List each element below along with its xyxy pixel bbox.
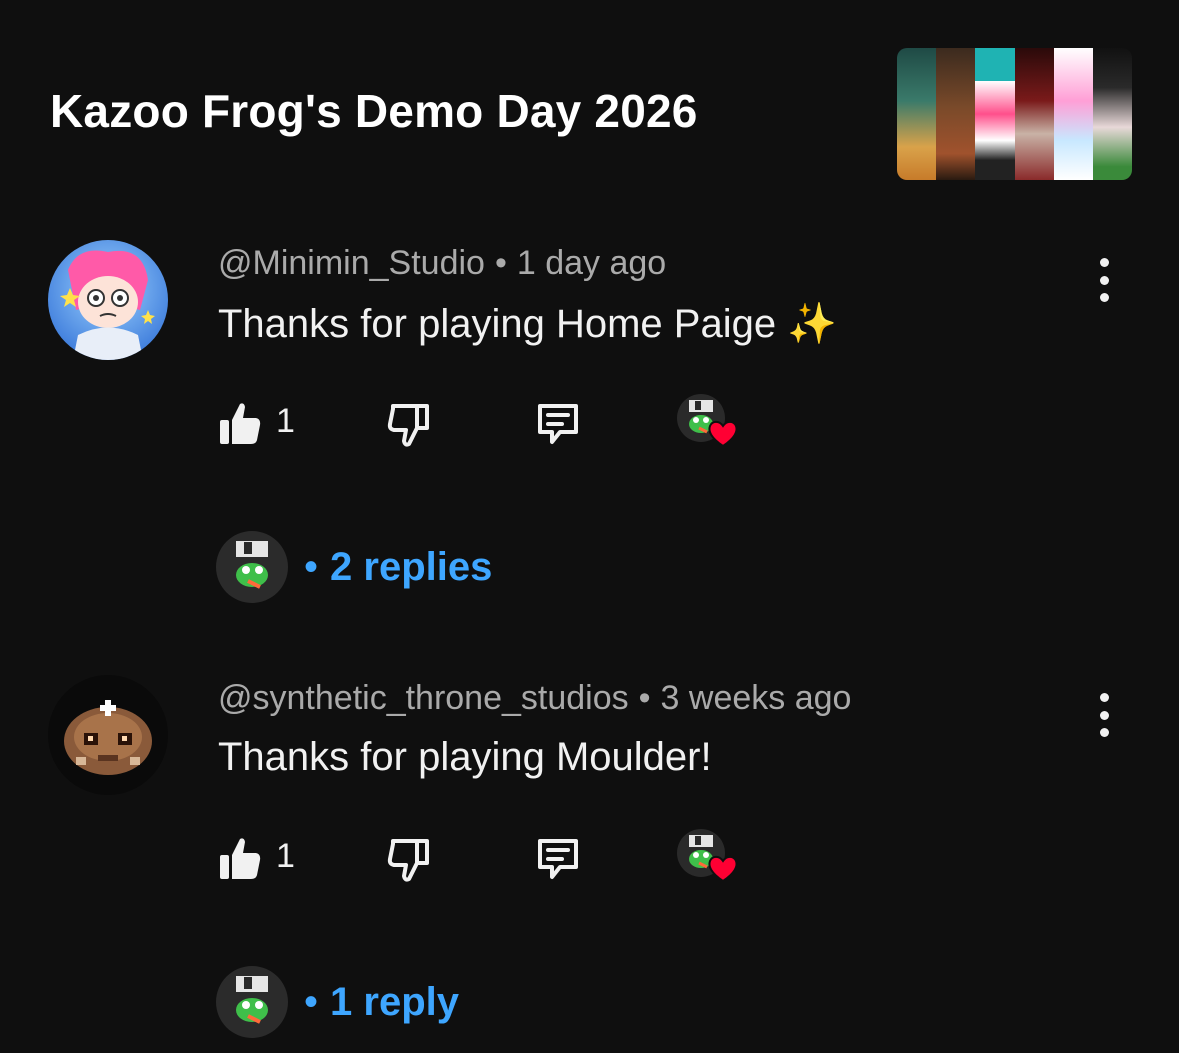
more-vertical-icon [1099, 258, 1109, 267]
thumbs-up-icon[interactable] [218, 835, 262, 883]
kebab-dot [1099, 293, 1109, 302]
more-vertical-icon [1099, 693, 1109, 702]
comment-meta: @synthetic_throne_studios • 3 weeks ago [218, 679, 851, 718]
thumbs-down-icon[interactable] [385, 835, 433, 883]
comment-icon[interactable] [534, 400, 582, 448]
floppy-frog-icon [236, 976, 268, 1024]
comment-icon[interactable] [534, 835, 582, 883]
creator-heart [677, 394, 739, 452]
comment-time: 1 day ago [516, 244, 667, 282]
more-options-button[interactable] [1088, 693, 1120, 737]
kebab-dot [1099, 728, 1109, 737]
comment-text: Thanks for playing Moulder! [218, 735, 712, 779]
view-replies-button[interactable]: • 1 reply [216, 966, 459, 1038]
replies-bullet: • [304, 544, 319, 589]
replies-label[interactable]: • 2 replies [304, 545, 492, 590]
creator-heart [677, 829, 739, 887]
comment-time: 3 weeks ago [660, 679, 852, 717]
replies-count: 2 replies [330, 544, 493, 589]
commenter-avatar[interactable] [48, 675, 168, 795]
kebab-dot [1099, 275, 1109, 285]
comment-author[interactable]: @synthetic_throne_studios [218, 679, 629, 717]
comment-author[interactable]: @Minimin_Studio [218, 244, 485, 282]
more-options-button[interactable] [1088, 258, 1120, 302]
replier-avatar [216, 966, 288, 1038]
video-thumbnail[interactable] [897, 48, 1132, 180]
meta-separator: • [494, 244, 507, 282]
replies-count: 1 reply [330, 979, 459, 1024]
creator-heart-icon [708, 855, 738, 883]
comment-text: Thanks for playing Home Paige ✨ [218, 302, 837, 346]
pixel-art-creature-avatar-icon [48, 675, 168, 795]
like-count: 1 [276, 402, 295, 440]
thumbs-up-icon[interactable] [218, 400, 262, 448]
view-replies-button[interactable]: • 2 replies [216, 531, 492, 603]
replier-avatar [216, 531, 288, 603]
comment-meta: @Minimin_Studio • 1 day ago [218, 244, 666, 283]
comment-actions: 1 [0, 829, 1179, 895]
meta-separator: • [638, 679, 651, 717]
comment-actions: 1 [0, 394, 1179, 460]
pink-haired-character-avatar-icon [48, 240, 168, 360]
replies-bullet: • [304, 979, 319, 1024]
floppy-frog-icon [236, 541, 268, 589]
creator-heart-icon [708, 420, 738, 448]
replies-label[interactable]: • 1 reply [304, 980, 459, 1025]
kebab-dot [1099, 710, 1109, 720]
like-count: 1 [276, 837, 295, 875]
thumbs-down-icon[interactable] [385, 400, 433, 448]
playlist-title: Kazoo Frog's Demo Day 2026 [50, 85, 698, 137]
commenter-avatar[interactable] [48, 240, 168, 360]
